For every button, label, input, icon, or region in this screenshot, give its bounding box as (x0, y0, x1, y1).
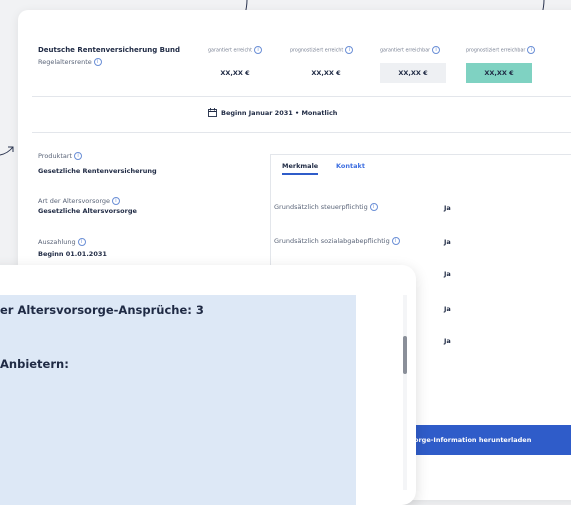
detail-label-type: Art der Altersvorsorge i (38, 197, 120, 205)
claims-modal (0, 265, 416, 505)
payout-begin: Beginn Januar 2031 • Monatlich (221, 109, 338, 117)
detail-label-product: Produktart i (38, 152, 83, 160)
divider (32, 96, 571, 97)
feature-value-2: Ja (444, 238, 451, 246)
info-icon[interactable]: i (93, 58, 102, 66)
modal-content-panel (0, 295, 356, 505)
feature-label-text: Grundsätzlich steuerpflichtig (274, 203, 368, 211)
scrollbar-thumb[interactable] (403, 336, 407, 374)
detail-label-text: Art der Altersvorsorge (38, 197, 110, 205)
value-col-label: prognostiziert erreichbar (466, 48, 526, 54)
value-col-label: garantiert erreicht (208, 48, 253, 54)
info-icon[interactable]: i (112, 197, 120, 205)
value-col-label: prognostiziert erreicht (290, 48, 344, 54)
feature-value-1: Ja (444, 204, 451, 212)
scrollbar-track[interactable] (403, 295, 407, 490)
value-box-4: XX,XX € (466, 63, 532, 83)
info-icon[interactable]: i (254, 46, 263, 54)
detail-label-text: Produktart (38, 152, 73, 160)
feature-label-text: Grundsätzlich sozialabgabepflichtig (274, 237, 390, 245)
value-col-head-2: prognostiziert erreicht i (290, 46, 354, 54)
detail-label-text: Auszahlung (38, 238, 76, 246)
provider-subtitle: Regelaltersrente i (38, 58, 102, 66)
value-col-label: garantiert erreichbar (380, 48, 431, 54)
feature-row-label-2: Grundsätzlich sozialabgabepflichtig i (274, 237, 400, 245)
info-icon[interactable]: i (345, 46, 354, 54)
tab-contact[interactable]: Kontakt (336, 162, 365, 170)
info-icon[interactable]: i (369, 203, 378, 211)
feature-value-3: Ja (444, 270, 451, 278)
value-col-head-3: garantiert erreichbar i (380, 46, 441, 54)
download-button[interactable]: orge-Information herunterladen (392, 425, 571, 455)
modal-title: er Altersvorsorge-Ansprüche: 3 (0, 303, 204, 317)
value-col-head-4: prognostiziert erreichbar i (466, 46, 536, 54)
annotation-arrow-left (0, 146, 14, 156)
detail-value-type: Gesetzliche Altersvorsorge (38, 207, 137, 215)
provider-subtitle-text: Regelaltersrente (38, 58, 92, 66)
feature-row-label-1: Grundsätzlich steuerpflichtig i (274, 203, 378, 211)
detail-value-payout: Beginn 01.01.2031 (38, 250, 107, 258)
value-box-3: XX,XX € (380, 63, 446, 83)
modal-subtitle: Anbietern: (0, 357, 69, 371)
info-icon[interactable]: i (74, 152, 83, 160)
tab-features[interactable]: Merkmale (282, 162, 319, 175)
value-box-1: XX,XX € (220, 69, 250, 77)
feature-value-5: Ja (444, 337, 451, 345)
provider-name: Deutsche Rentenversicherung Bund (38, 46, 180, 54)
divider (32, 132, 571, 133)
detail-value-product: Gesetzliche Rentenversicherung (38, 167, 157, 175)
feature-value-4: Ja (444, 305, 451, 313)
detail-label-payout: Auszahlung i (38, 238, 86, 246)
info-icon[interactable]: i (527, 46, 536, 54)
value-box-2: XX,XX € (311, 69, 341, 77)
calendar-icon (208, 108, 217, 117)
info-icon[interactable]: i (432, 46, 441, 54)
info-icon[interactable]: i (391, 237, 400, 245)
value-col-head-1: garantiert erreicht i (208, 46, 263, 54)
info-icon[interactable]: i (77, 238, 86, 246)
